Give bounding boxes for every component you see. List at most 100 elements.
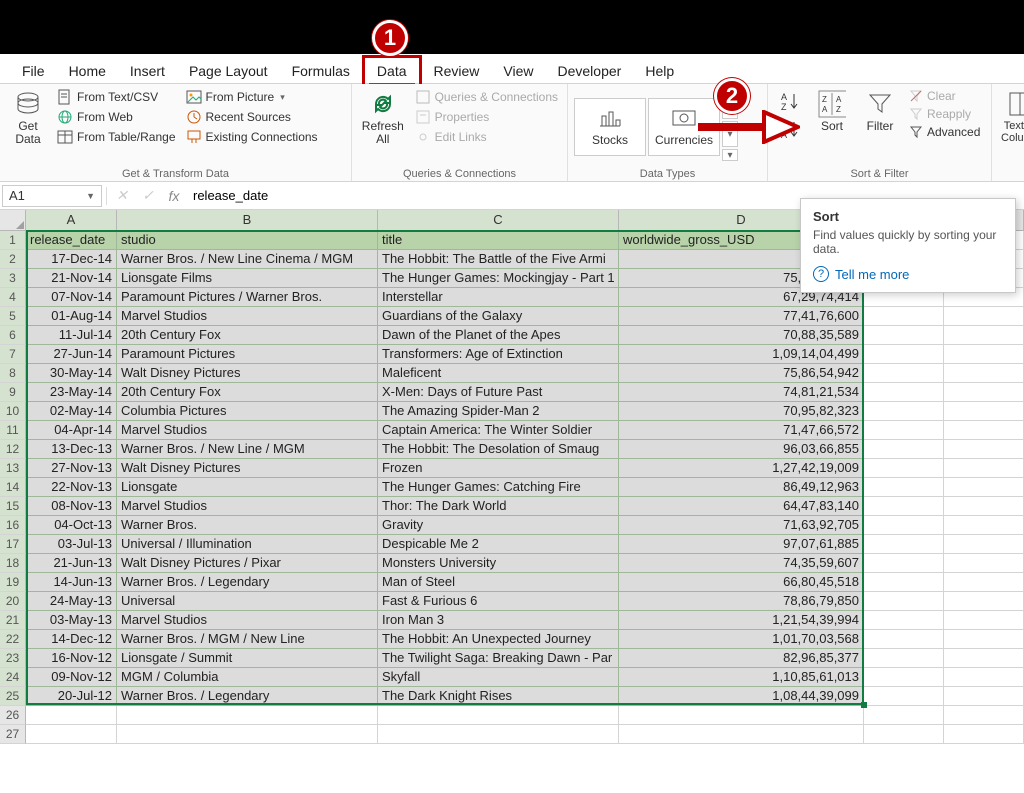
cell[interactable]: 16-Nov-12 [26,649,117,668]
cell[interactable]: The Hobbit: The Battle of the Five Armi [378,250,619,269]
text-to-columns-button[interactable]: Text to Column [998,88,1024,146]
cell[interactable]: Fast & Furious 6 [378,592,619,611]
existing-connections-button[interactable]: Existing Connections [183,128,321,146]
cell[interactable] [117,725,378,744]
col-header-C[interactable]: C [378,210,619,230]
cell[interactable] [944,345,1024,364]
cell[interactable]: Walt Disney Pictures [117,459,378,478]
cell[interactable]: 97,07,61,885 [619,535,864,554]
cell[interactable]: 17-Dec-14 [26,250,117,269]
from-picture-button[interactable]: From Picture▾ [183,88,321,106]
cell[interactable]: 21-Nov-14 [26,269,117,288]
row-header[interactable]: 10 [0,402,26,421]
cell[interactable]: 14-Jun-13 [26,573,117,592]
cell[interactable]: 78,86,79,850 [619,592,864,611]
cell[interactable]: 03-May-13 [26,611,117,630]
cell[interactable]: Paramount Pictures / Warner Bros. [117,288,378,307]
cell[interactable]: 30-May-14 [26,364,117,383]
cell[interactable]: Marvel Studios [117,307,378,326]
cell[interactable]: Warner Bros. / New Line Cinema / MGM [117,250,378,269]
cell[interactable] [864,402,944,421]
cell[interactable]: 23-May-14 [26,383,117,402]
row-header[interactable]: 21 [0,611,26,630]
cell[interactable]: 13-Dec-13 [26,440,117,459]
cell[interactable]: Iron Man 3 [378,611,619,630]
tab-file[interactable]: File [10,58,57,84]
tab-help[interactable]: Help [633,58,686,84]
cell[interactable]: Interstellar [378,288,619,307]
row-header[interactable]: 24 [0,668,26,687]
cell[interactable]: Transformers: Age of Extinction [378,345,619,364]
cell[interactable] [944,421,1024,440]
cell[interactable]: Monsters University [378,554,619,573]
cell[interactable] [944,630,1024,649]
cell[interactable] [619,706,864,725]
cell[interactable]: Guardians of the Galaxy [378,307,619,326]
cell[interactable]: The Twilight Saga: Breaking Dawn - Par [378,649,619,668]
cell[interactable]: 86,49,12,963 [619,478,864,497]
cell[interactable]: 11-Jul-14 [26,326,117,345]
cell[interactable]: 71,47,66,572 [619,421,864,440]
enter-formula-button[interactable]: ✓ [135,187,161,204]
recent-sources-button[interactable]: Recent Sources [183,108,321,126]
row-header[interactable]: 5 [0,307,26,326]
row-header[interactable]: 27 [0,725,26,744]
cell[interactable]: 66,80,45,518 [619,573,864,592]
cell[interactable]: Lionsgate Films [117,269,378,288]
cell[interactable]: X-Men: Days of Future Past [378,383,619,402]
get-data-button[interactable]: Get Data [6,88,50,148]
row-header[interactable]: 18 [0,554,26,573]
cell[interactable] [944,554,1024,573]
cell[interactable]: 14-Dec-12 [26,630,117,649]
cell[interactable]: 20th Century Fox [117,383,378,402]
cell[interactable]: 27-Nov-13 [26,459,117,478]
cell[interactable] [864,630,944,649]
cell[interactable]: 1,09,14,04,499 [619,345,864,364]
row-header[interactable]: 3 [0,269,26,288]
cell[interactable]: 74,81,21,534 [619,383,864,402]
cell[interactable] [864,668,944,687]
cell[interactable] [864,516,944,535]
cell[interactable]: Frozen [378,459,619,478]
cell[interactable]: The Dark Knight Rises [378,687,619,706]
cell[interactable]: Captain America: The Winter Soldier [378,421,619,440]
row-header[interactable]: 1 [0,231,26,250]
cell[interactable] [864,440,944,459]
cell[interactable] [944,459,1024,478]
cell[interactable]: 74,35,59,607 [619,554,864,573]
cell[interactable] [944,383,1024,402]
cell[interactable]: 22-Nov-13 [26,478,117,497]
tab-home[interactable]: Home [57,58,118,84]
row-header[interactable]: 19 [0,573,26,592]
cell[interactable]: Marvel Studios [117,421,378,440]
cell[interactable] [944,535,1024,554]
cell[interactable]: 77,41,76,600 [619,307,864,326]
row-header[interactable]: 22 [0,630,26,649]
sort-button[interactable]: ZAAZ Sort [810,88,854,135]
cell[interactable]: 09-Nov-12 [26,668,117,687]
cell[interactable] [864,725,944,744]
cell[interactable] [944,307,1024,326]
cell[interactable] [944,478,1024,497]
cell[interactable] [26,706,117,725]
row-header[interactable]: 11 [0,421,26,440]
row-header[interactable]: 13 [0,459,26,478]
cell[interactable]: 71,63,92,705 [619,516,864,535]
from-text-csv-button[interactable]: From Text/CSV [54,88,179,106]
fx-button[interactable]: fx [161,188,187,204]
cell[interactable] [864,364,944,383]
cell[interactable]: 08-Nov-13 [26,497,117,516]
cell[interactable]: 1,21,54,39,994 [619,611,864,630]
cell[interactable] [864,307,944,326]
cell[interactable] [864,592,944,611]
tooltip-tell-me-more[interactable]: ? Tell me more [813,266,1003,282]
cell[interactable] [864,459,944,478]
row-header[interactable]: 17 [0,535,26,554]
cell[interactable]: Lionsgate [117,478,378,497]
cell[interactable] [619,725,864,744]
cell[interactable] [864,383,944,402]
row-header[interactable]: 7 [0,345,26,364]
cell[interactable]: Marvel Studios [117,611,378,630]
cell[interactable]: 21-Jun-13 [26,554,117,573]
from-web-button[interactable]: From Web [54,108,179,126]
